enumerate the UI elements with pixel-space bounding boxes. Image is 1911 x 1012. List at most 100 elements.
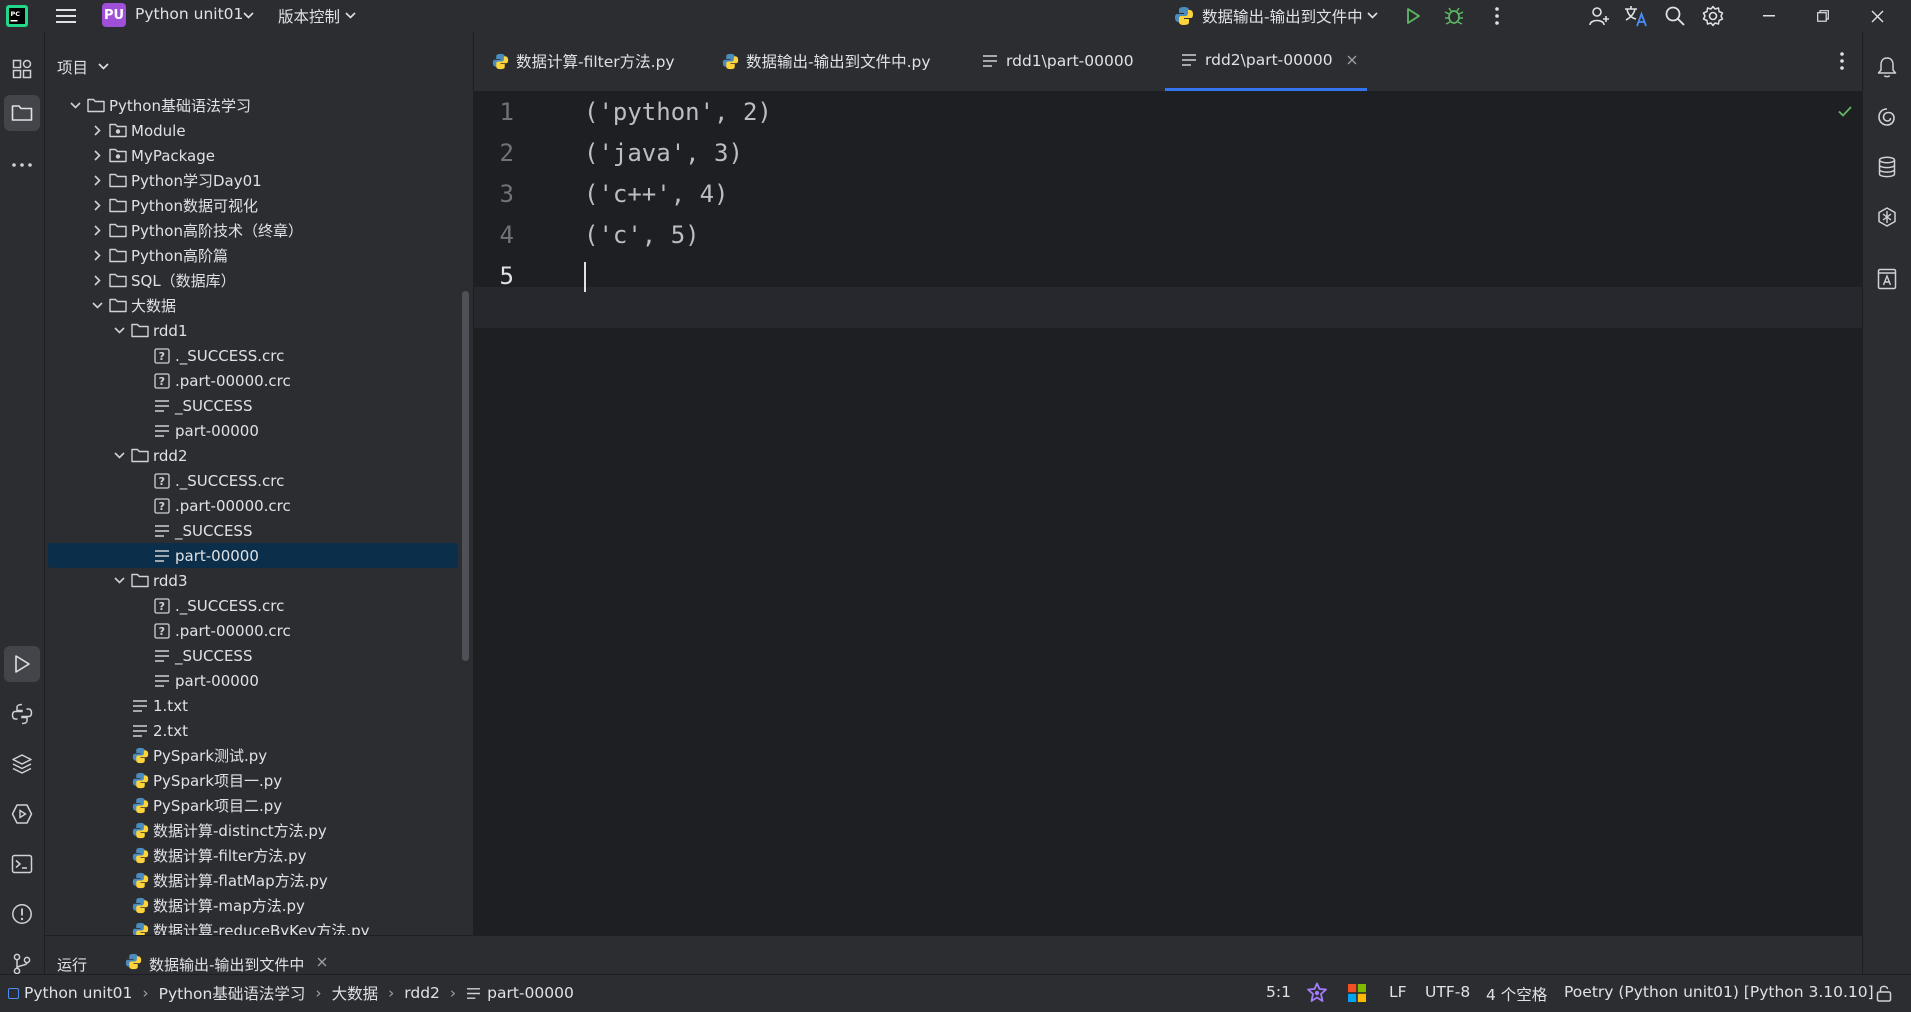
- tabs-more-icon[interactable]: [1832, 48, 1852, 74]
- chevron-down-icon[interactable]: [111, 573, 127, 589]
- tree-item[interactable]: _SUCCESS: [45, 518, 473, 543]
- tree-item[interactable]: rdd3: [45, 568, 473, 593]
- sciview-icon[interactable]: [1869, 199, 1905, 235]
- tree-item[interactable]: 数据计算-filter方法.py: [45, 843, 473, 868]
- tree-item[interactable]: Python高阶篇: [45, 243, 473, 268]
- problems-icon[interactable]: [4, 896, 40, 932]
- run-icon[interactable]: [1400, 3, 1426, 29]
- inspection-ok-check-icon[interactable]: [1836, 102, 1854, 120]
- chevron-down-icon[interactable]: [111, 323, 127, 339]
- tree-item[interactable]: ? .part-00000.crc: [45, 368, 473, 393]
- chevron-down-icon[interactable]: [97, 60, 109, 72]
- tab-rdd1-part[interactable]: rdd1\part-00000: [980, 31, 1134, 91]
- tree-item[interactable]: 大数据: [45, 293, 473, 318]
- run-tool-title[interactable]: 运行: [57, 954, 87, 975]
- chevron-down-icon[interactable]: [242, 9, 254, 21]
- tree-item[interactable]: rdd1: [45, 318, 473, 343]
- tree-item[interactable]: ? ._SUCCESS.crc: [45, 468, 473, 493]
- tree-item[interactable]: 数据计算-map方法.py: [45, 893, 473, 918]
- project-panel-title[interactable]: 项目: [57, 56, 88, 78]
- tree-item[interactable]: 数据计算-flatMap方法.py: [45, 868, 473, 893]
- breadcrumb-item[interactable]: Python基础语法学习: [159, 982, 306, 1004]
- chevron-right-icon[interactable]: [89, 223, 105, 239]
- tree-item[interactable]: ? .part-00000.crc: [45, 618, 473, 643]
- chevron-down-icon[interactable]: [67, 98, 83, 114]
- vcs-menu[interactable]: 版本控制: [278, 5, 340, 27]
- chevron-down-icon[interactable]: [344, 9, 356, 21]
- tree-item[interactable]: 数据计算-distinct方法.py: [45, 818, 473, 843]
- tree-item[interactable]: 数据计算-reduceByKey方法.py: [45, 918, 473, 935]
- notifications-bell-icon[interactable]: [1869, 49, 1905, 85]
- tree-item[interactable]: ? ._SUCCESS.crc: [45, 343, 473, 368]
- database-icon[interactable]: [1869, 149, 1905, 185]
- tree-item[interactable]: Python学习Day01: [45, 168, 473, 193]
- project-folder-icon[interactable]: [4, 95, 40, 131]
- more-horizontal-icon[interactable]: [4, 147, 40, 183]
- restore-window-icon[interactable]: [1810, 3, 1836, 29]
- more-vertical-icon[interactable]: [1484, 3, 1510, 29]
- interpreter-selector[interactable]: Poetry (Python unit01) [Python 3.10.10]: [1564, 983, 1874, 1001]
- search-icon[interactable]: [1662, 3, 1688, 29]
- tab-output-py[interactable]: 数据输出-输出到文件中.py: [720, 31, 931, 91]
- chevron-right-icon[interactable]: [89, 248, 105, 264]
- translate-icon[interactable]: [1623, 3, 1649, 29]
- main-menu-icon[interactable]: [52, 4, 80, 28]
- run-config-selector[interactable]: 数据输出-输出到文件中: [1202, 5, 1363, 27]
- code-line[interactable]: ('c++', 4): [584, 180, 729, 208]
- breadcrumb-item[interactable]: 大数据: [332, 982, 379, 1004]
- chevron-right-icon[interactable]: [89, 148, 105, 164]
- code-line[interactable]: ('java', 3): [584, 139, 743, 167]
- add-user-icon[interactable]: [1586, 3, 1612, 29]
- chevron-down-icon[interactable]: [1366, 9, 1378, 21]
- project-badge[interactable]: PU: [102, 3, 126, 27]
- debug-icon[interactable]: [1441, 3, 1467, 29]
- code-line[interactable]: ('python', 2): [584, 98, 772, 126]
- tree-scrollbar[interactable]: [462, 291, 469, 661]
- tree-item[interactable]: part-00000: [45, 668, 473, 693]
- chevron-right-icon[interactable]: [89, 173, 105, 189]
- tree-item[interactable]: _SUCCESS: [45, 393, 473, 418]
- code-line[interactable]: ('c', 5): [584, 221, 700, 249]
- ai-assistant-spiral-icon[interactable]: [1869, 99, 1905, 135]
- tree-item[interactable]: 2.txt: [45, 718, 473, 743]
- chevron-down-icon[interactable]: [111, 448, 127, 464]
- tab-rdd2-part[interactable]: rdd2\part-00000: [1165, 31, 1367, 91]
- windows-logo-icon[interactable]: [1347, 983, 1367, 1003]
- tree-item[interactable]: part-00000: [48, 543, 458, 568]
- tree-item[interactable]: ? ._SUCCESS.crc: [45, 593, 473, 618]
- tree-item[interactable]: SQL（数据库）: [45, 268, 473, 293]
- chevron-right-icon[interactable]: [89, 198, 105, 214]
- close-tab-icon[interactable]: [315, 955, 329, 969]
- ai-assistant-icon[interactable]: [1304, 980, 1330, 1006]
- python-console-icon[interactable]: [4, 696, 40, 732]
- python-packages-icon[interactable]: [4, 746, 40, 782]
- breadcrumb-item[interactable]: part-00000: [487, 984, 574, 1002]
- chevron-right-icon[interactable]: [89, 123, 105, 139]
- tree-item[interactable]: PySpark项目一.py: [45, 768, 473, 793]
- line-separator[interactable]: LF: [1389, 983, 1407, 1001]
- structure-icon[interactable]: [4, 51, 40, 87]
- breadcrumb-item[interactable]: Python unit01: [24, 984, 132, 1002]
- terminal-icon[interactable]: [4, 846, 40, 882]
- tree-item[interactable]: part-00000: [45, 418, 473, 443]
- tree-item[interactable]: _SUCCESS: [45, 643, 473, 668]
- documentation-icon[interactable]: [1869, 261, 1905, 297]
- lock-icon[interactable]: [1872, 981, 1896, 1005]
- tree-item[interactable]: PySpark项目二.py: [45, 793, 473, 818]
- tree-item[interactable]: ? .part-00000.crc: [45, 493, 473, 518]
- close-tab-icon[interactable]: [1345, 53, 1359, 67]
- pycharm-logo-icon[interactable]: PC: [4, 3, 30, 29]
- minimize-window-icon[interactable]: [1756, 3, 1782, 29]
- close-window-icon[interactable]: [1864, 3, 1890, 29]
- settings-gear-icon[interactable]: [1700, 3, 1726, 29]
- breadcrumb-item[interactable]: rdd2: [404, 984, 440, 1002]
- caret-position[interactable]: 5:1: [1266, 983, 1291, 1001]
- tree-item[interactable]: PySpark测试.py: [45, 743, 473, 768]
- services-icon[interactable]: [4, 796, 40, 832]
- project-name[interactable]: Python unit01: [135, 5, 243, 23]
- tree-item[interactable]: Module: [45, 118, 473, 143]
- tab-filter-py[interactable]: 数据计算-filter方法.py: [490, 31, 675, 91]
- run-config-tab[interactable]: 数据输出-输出到文件中: [149, 954, 304, 975]
- file-encoding[interactable]: UTF-8: [1425, 983, 1470, 1001]
- tree-item[interactable]: Python数据可视化: [45, 193, 473, 218]
